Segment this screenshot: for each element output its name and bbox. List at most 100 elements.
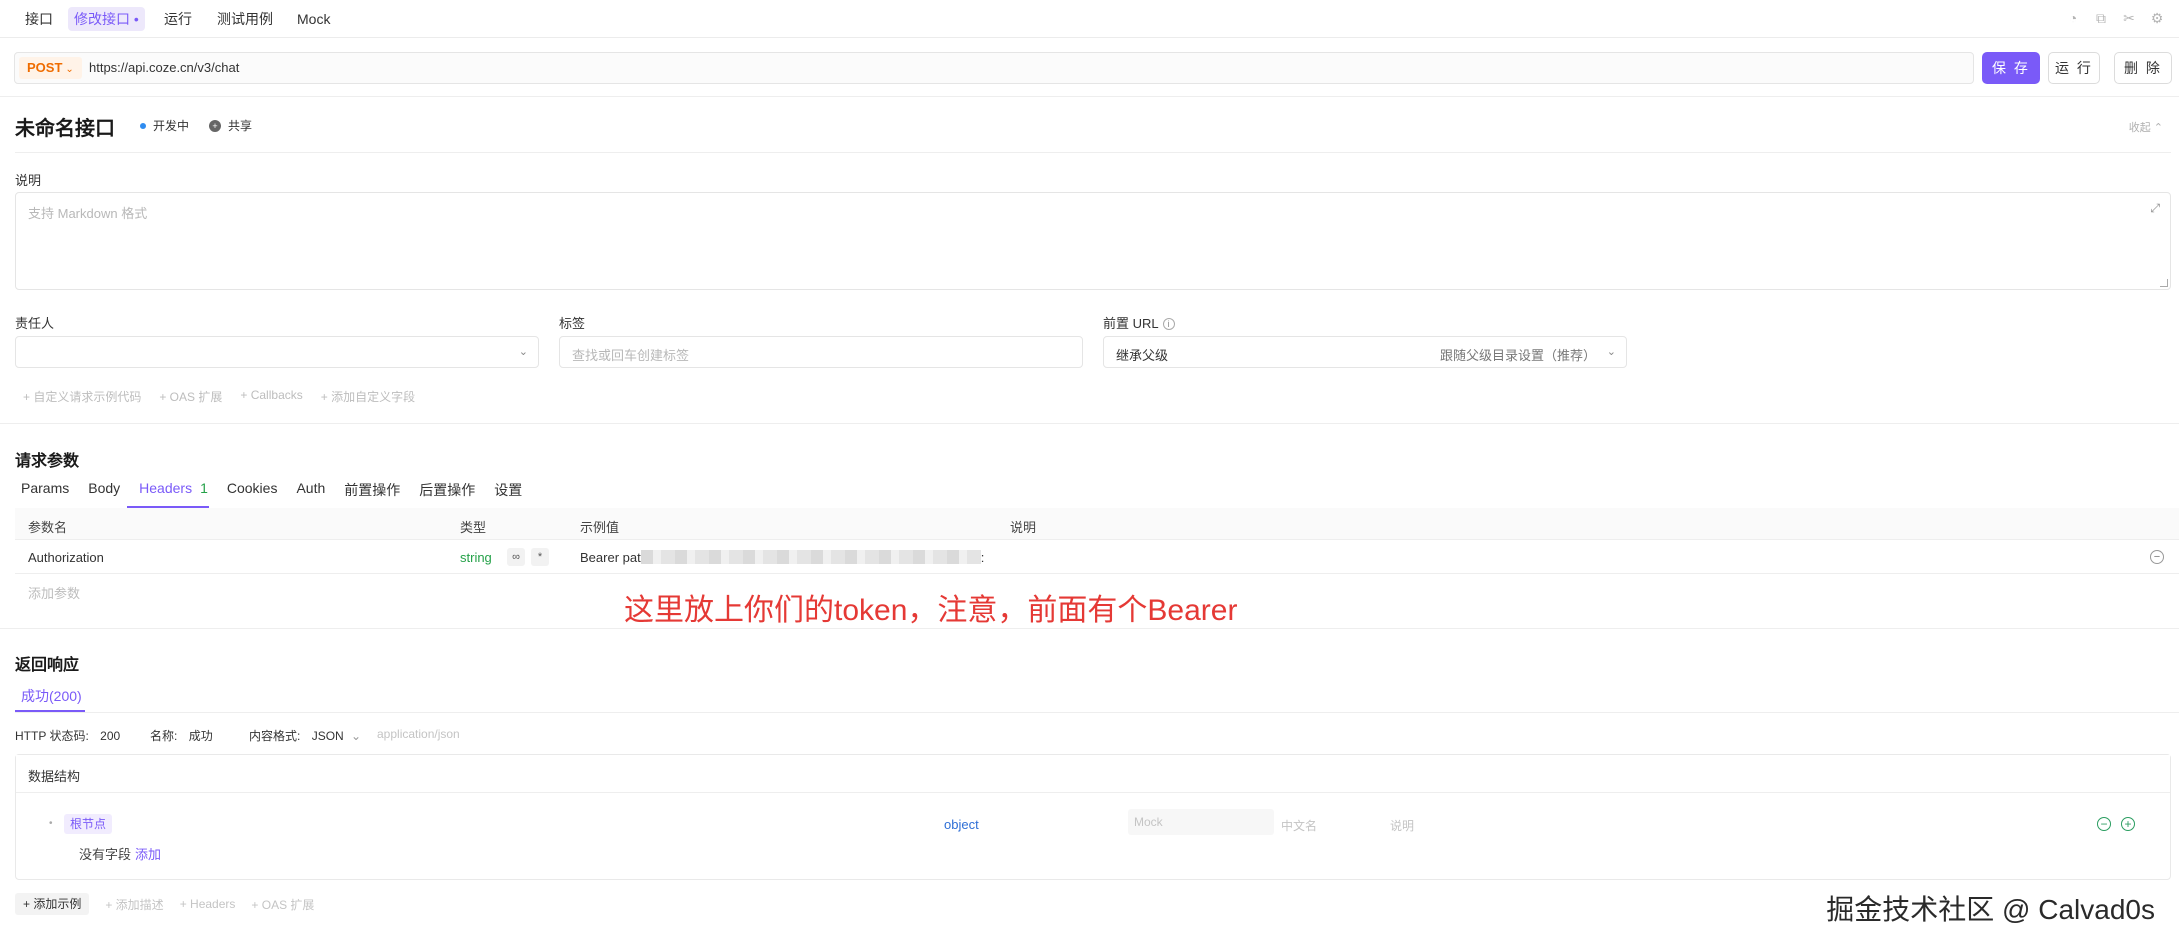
content-type-value: application/json xyxy=(377,727,460,741)
tab-pre-actions[interactable]: 前置操作 xyxy=(344,480,400,500)
owner-select[interactable]: ⌄ xyxy=(15,336,539,368)
chevron-down-icon: ⌄ xyxy=(1606,346,1616,358)
info-icon[interactable]: i xyxy=(1162,318,1175,330)
extra-options: + 自定义请求示例代码 + OAS 扩展 + Callbacks + 添加自定义… xyxy=(23,388,415,405)
tab-auth[interactable]: Auth xyxy=(296,480,325,500)
remove-row-icon[interactable]: − xyxy=(2150,550,2164,564)
collapse-toggle[interactable]: 收起 ⌃ xyxy=(2129,119,2163,135)
mock-input[interactable]: Mock xyxy=(1128,809,1274,835)
add-description-link[interactable]: + 添加描述 xyxy=(105,896,163,913)
tab-headers[interactable]: Headers 1 xyxy=(139,480,208,500)
add-callbacks-link[interactable]: + Callbacks xyxy=(240,388,302,405)
tab-test-cases[interactable]: 测试用例 xyxy=(211,7,279,31)
status-badge[interactable]: 开发中 xyxy=(140,117,189,134)
tab-post-actions[interactable]: 后置操作 xyxy=(419,480,475,500)
column-header: 参数名 xyxy=(28,520,68,535)
prefix-url-hint: 跟随父级目录设置（推荐） xyxy=(1439,348,1596,363)
column-header: 类型 xyxy=(460,520,487,535)
root-type[interactable]: object xyxy=(944,817,979,832)
response-name-field[interactable]: 名称: 成功 xyxy=(150,727,213,744)
tab-params[interactable]: Params xyxy=(21,480,69,500)
param-example-tail: : xyxy=(980,550,985,565)
add-example-button[interactable]: + 添加示例 xyxy=(15,893,90,915)
data-structure-title: 数据结构 xyxy=(28,769,81,784)
tab-settings[interactable]: 设置 xyxy=(494,480,522,500)
chevron-down-icon: ⌄ xyxy=(518,346,528,358)
save-button[interactable]: 保 存 xyxy=(1982,52,2040,84)
tab-run[interactable]: 运行 xyxy=(158,7,198,31)
resize-handle[interactable] xyxy=(2160,279,2168,287)
description-editor[interactable]: 支持 Markdown 格式 ⤢ xyxy=(15,192,2171,290)
method-select[interactable]: POST ⌄ xyxy=(19,57,82,79)
annotation-text: 这里放上你们的token，注意，前面有个Bearer xyxy=(624,594,1238,627)
tags-input[interactable]: 查找或回车创建标签 xyxy=(559,336,1083,368)
response-name-label: 名称: xyxy=(150,729,178,743)
content-type-field[interactable]: application/json xyxy=(377,727,460,741)
cn-name-input[interactable]: 中文名 xyxy=(1281,817,1317,834)
history-icon[interactable]: ◔ xyxy=(2065,10,2081,26)
tab-cookies[interactable]: Cookies xyxy=(227,480,278,500)
link-icon[interactable]: ∞ xyxy=(507,548,525,566)
delete-button[interactable]: 删 除 xyxy=(2114,52,2172,84)
tab-mock[interactable]: Mock xyxy=(291,7,336,31)
add-headers-link[interactable]: + Headers xyxy=(180,897,236,911)
settings-icon[interactable]: ⚙ xyxy=(2149,10,2165,26)
table-row[interactable]: Authorization string ∞ * Bearer pat: − xyxy=(15,541,2179,574)
url-bar: POST ⌄ https://api.coze.cn/v3/chat xyxy=(14,52,1974,84)
content-format-value: JSON xyxy=(311,729,344,743)
url-input[interactable]: https://api.coze.cn/v3/chat xyxy=(89,60,239,75)
http-status-label: HTTP 状态码: xyxy=(15,729,89,743)
params-table-header: 参数名 类型 示例值 说明 xyxy=(15,508,2179,540)
root-node[interactable]: 根节点 xyxy=(64,814,113,834)
divider xyxy=(0,628,2179,629)
prefix-url-text: 前置 URL xyxy=(1103,316,1159,331)
tab-edit-api[interactable]: 修改接口 • xyxy=(68,7,145,31)
expand-icon[interactable]: ⤢ xyxy=(2150,201,2160,216)
column-header: 示例值 xyxy=(580,520,620,535)
divider xyxy=(15,712,2179,713)
prefix-url-select[interactable]: 继承父级 跟随父级目录设置（推荐） ⌄ xyxy=(1103,336,1627,368)
add-field-link[interactable]: 添加 xyxy=(135,847,161,862)
add-custom-field-link[interactable]: + 添加自定义字段 xyxy=(321,388,415,405)
tab-response-200[interactable]: 成功(200) xyxy=(21,686,82,706)
share-toggle[interactable]: + 共享 xyxy=(209,117,252,134)
data-structure-header: 数据结构 xyxy=(16,755,2170,793)
field-description-input[interactable]: 说明 xyxy=(1390,817,1414,834)
add-param-input[interactable]: 添加参数 xyxy=(28,583,80,602)
remove-node-icon[interactable]: − xyxy=(2097,817,2111,831)
top-nav: 接口 修改接口 • 运行 测试用例 Mock ◔ ⧉ ✂ ⚙ xyxy=(0,0,2179,38)
required-icon[interactable]: * xyxy=(531,548,549,566)
tree-bullet-icon: • xyxy=(49,818,53,829)
owner-label: 责任人 xyxy=(15,316,55,331)
api-title[interactable]: 未命名接口 xyxy=(15,112,115,141)
globe-icon: + xyxy=(209,119,221,132)
http-status-value: 200 xyxy=(100,729,121,743)
add-node-icon[interactable]: + xyxy=(2121,817,2135,831)
toolbar-icons: ◔ ⧉ ✂ ⚙ xyxy=(2065,10,2165,26)
tags-label: 标签 xyxy=(559,316,586,331)
param-type[interactable]: string xyxy=(460,550,492,565)
response-actions: + 添加示例 + 添加描述 + Headers + OAS 扩展 xyxy=(15,893,314,915)
http-status-field[interactable]: HTTP 状态码: 200 xyxy=(15,727,120,744)
tab-body[interactable]: Body xyxy=(88,480,120,500)
tab-api[interactable]: 接口 xyxy=(19,7,59,31)
tab-headers-label: Headers xyxy=(139,480,193,496)
divider xyxy=(15,152,2171,153)
status-label: 开发中 xyxy=(153,119,190,133)
description-label: 说明 xyxy=(15,173,42,188)
divider xyxy=(0,96,2179,97)
param-name[interactable]: Authorization xyxy=(28,550,104,565)
tools-icon[interactable]: ✂ xyxy=(2121,10,2137,26)
add-oas-extension-link[interactable]: + OAS 扩展 xyxy=(159,388,222,405)
add-custom-code-link[interactable]: + 自定义请求示例代码 xyxy=(23,388,141,405)
add-oas-extension-link[interactable]: + OAS 扩展 xyxy=(251,896,314,913)
request-tabs: Params Body Headers 1 Cookies Auth 前置操作 后… xyxy=(21,480,522,500)
description-placeholder: 支持 Markdown 格式 xyxy=(28,206,148,221)
param-example[interactable]: Bearer pat: xyxy=(580,550,984,565)
empty-fields-note: 没有字段 添加 xyxy=(79,844,161,863)
content-format-select[interactable]: 内容格式: JSON ⌄ xyxy=(249,727,361,744)
copy-icon[interactable]: ⧉ xyxy=(2093,10,2109,26)
run-button[interactable]: 运 行 xyxy=(2048,52,2100,84)
tags-placeholder: 查找或回车创建标签 xyxy=(572,348,690,363)
redacted-token xyxy=(640,550,981,564)
